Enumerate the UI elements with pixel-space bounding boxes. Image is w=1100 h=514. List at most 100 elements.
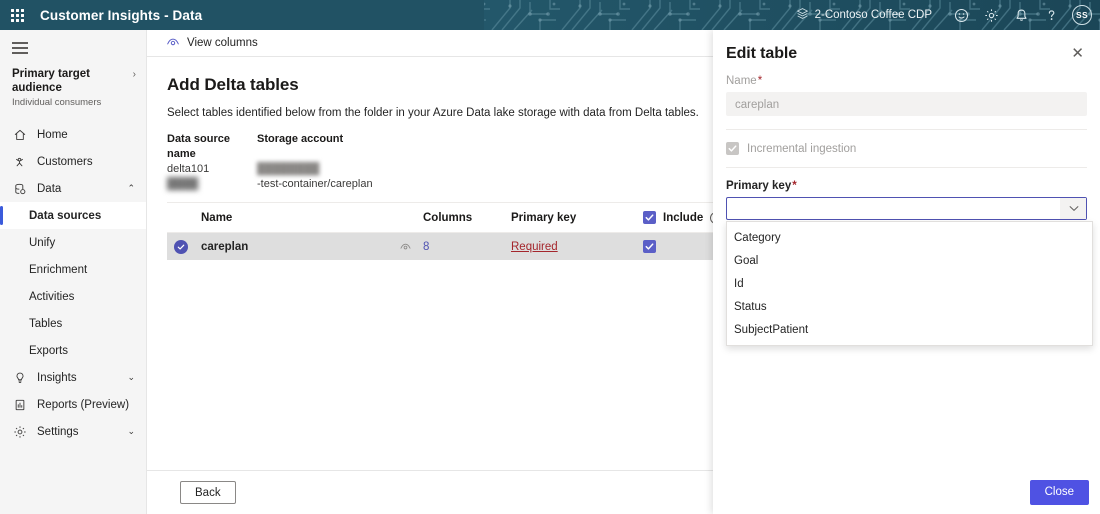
sidebar-item-home[interactable]: Home: [0, 121, 146, 148]
report-icon: [11, 397, 28, 413]
settings-gear-icon: [11, 424, 28, 440]
meta-col2-header: Storage account: [257, 133, 344, 145]
primary-key-combobox[interactable]: Category Goal Id Status SubjectPatient: [726, 197, 1093, 346]
dropdown-option[interactable]: SubjectPatient: [727, 318, 1092, 341]
edit-table-panel: Edit table ✕ Name* careplan Incremental …: [713, 30, 1100, 514]
sidebar-item-exports[interactable]: Exports: [0, 337, 146, 364]
sidebar-item-label: Home: [37, 128, 68, 141]
header-actions: 2-Contoso Coffee CDP SS: [796, 0, 1100, 30]
row-columns-link[interactable]: 8: [423, 241, 429, 253]
sidebar-item-reports[interactable]: Reports (Preview): [0, 391, 146, 418]
feedback-smiley-icon[interactable]: [950, 4, 972, 26]
storage-account-value: ████████: [257, 163, 320, 175]
chevron-up-icon[interactable]: ⌃: [127, 183, 135, 194]
customers-icon: [11, 154, 28, 170]
name-label-text: Name: [726, 75, 757, 87]
sidebar-item-unify[interactable]: Unify: [0, 229, 146, 256]
column-header-include: Include: [663, 211, 704, 224]
sidebar-item-label: Unify: [29, 236, 56, 249]
help-question-icon[interactable]: [1040, 4, 1062, 26]
column-header-columns[interactable]: Columns: [423, 212, 511, 224]
row-primary-key-link[interactable]: Required: [511, 241, 558, 253]
app-header: Customer Insights - Data 2-Contoso Coffe…: [0, 0, 1100, 30]
audience-subtitle: Individual consumers: [12, 97, 102, 109]
sidebar-item-customers[interactable]: Customers: [0, 148, 146, 175]
required-asterisk: *: [757, 75, 763, 87]
view-columns-eye-icon: [166, 36, 180, 51]
meta-col1-header: Data source name: [167, 133, 230, 160]
sidebar-item-label: Settings: [37, 425, 79, 438]
gear-icon[interactable]: [980, 4, 1002, 26]
sidebar-item-tables[interactable]: Tables: [0, 310, 146, 337]
row-include-checkbox[interactable]: [643, 240, 656, 253]
primary-key-dropdown[interactable]: Category Goal Id Status SubjectPatient: [726, 221, 1093, 346]
required-asterisk: *: [792, 180, 797, 192]
environment-selector[interactable]: 2-Contoso Coffee CDP: [796, 7, 932, 23]
incremental-ingestion-checkbox: [726, 142, 739, 155]
close-button[interactable]: Close: [1029, 479, 1089, 505]
sidebar: Primary target audience Individual consu…: [0, 30, 147, 514]
view-columns-button[interactable]: View columns: [161, 33, 263, 54]
audience-selector[interactable]: Primary target audience Individual consu…: [0, 65, 146, 119]
sidebar-item-data[interactable]: Data ⌃: [0, 175, 146, 202]
sidebar-item-enrichment[interactable]: Enrichment: [0, 256, 146, 283]
sidebar-item-label: Activities: [29, 290, 75, 303]
dropdown-option[interactable]: Goal: [727, 249, 1092, 272]
app-launcher-icon[interactable]: [3, 0, 31, 30]
include-all-checkbox[interactable]: [643, 211, 656, 224]
row-name: careplan: [201, 240, 249, 253]
sidebar-item-label: Insights: [37, 371, 77, 384]
chevron-down-icon[interactable]: ⌄: [127, 372, 135, 383]
page-footer: Back: [147, 470, 714, 514]
dropdown-option[interactable]: Category: [727, 226, 1092, 249]
close-icon[interactable]: ✕: [1068, 45, 1087, 63]
primary-key-input[interactable]: [727, 198, 1060, 219]
folder-path-prefix: ████: [167, 178, 199, 190]
bell-notification-icon[interactable]: [1010, 4, 1032, 26]
panel-footer: Close: [713, 470, 1100, 514]
app-title: Customer Insights - Data: [40, 7, 203, 23]
row-select-checkbox[interactable]: [174, 239, 188, 254]
view-columns-label: View columns: [187, 37, 258, 49]
sidebar-item-activities[interactable]: Activities: [0, 283, 146, 310]
folder-path: -test-container/careplan: [257, 178, 373, 190]
avatar[interactable]: SS: [1072, 5, 1092, 25]
database-icon: [11, 181, 28, 197]
audience-title: Primary target audience: [12, 68, 90, 95]
name-input: careplan: [726, 92, 1087, 116]
chevron-down-icon[interactable]: [1060, 198, 1086, 219]
preview-eye-icon[interactable]: [387, 241, 423, 252]
sidebar-item-data-sources[interactable]: Data sources: [0, 202, 146, 230]
panel-title: Edit table: [726, 45, 798, 62]
primary-key-label-text: Primary key: [726, 180, 792, 192]
incremental-ingestion-label: Incremental ingestion: [747, 142, 857, 155]
sidebar-item-label: Customers: [37, 155, 93, 168]
primary-key-field-group: Primary key* Category Goal Id Status Sub…: [726, 180, 1093, 346]
dropdown-option[interactable]: Status: [727, 295, 1092, 318]
sidebar-item-label: Data sources: [29, 209, 102, 222]
data-source-name: delta101: [167, 163, 210, 175]
sidebar-item-label: Reports (Preview): [37, 398, 130, 411]
dropdown-option[interactable]: Id: [727, 272, 1092, 295]
name-label: Name*: [726, 75, 1087, 87]
divider: [726, 129, 1087, 130]
sidebar-item-label: Exports: [29, 344, 68, 357]
sidebar-item-insights[interactable]: Insights ⌄: [0, 364, 146, 391]
column-header-name[interactable]: Name: [195, 212, 387, 224]
primary-key-label: Primary key*: [726, 180, 1087, 192]
hamburger-menu-icon[interactable]: [0, 30, 34, 65]
incremental-ingestion-row: Incremental ingestion: [726, 142, 1087, 155]
back-button[interactable]: Back: [180, 481, 236, 504]
chevron-down-icon[interactable]: ⌄: [127, 426, 135, 437]
divider: [726, 167, 1087, 168]
sidebar-item-settings[interactable]: Settings ⌄: [0, 418, 146, 445]
name-field-group: Name* careplan: [726, 75, 1087, 116]
lightbulb-icon: [11, 370, 28, 386]
sidebar-item-label: Tables: [29, 317, 63, 330]
column-header-primary-key[interactable]: Primary key: [511, 212, 643, 224]
chevron-right-icon[interactable]: ›: [133, 67, 138, 80]
home-icon: [11, 127, 28, 143]
sidebar-nav: Home Customers Data ⌃ Data sources Unify…: [0, 121, 146, 445]
sidebar-item-label: Data: [37, 182, 62, 195]
sidebar-item-label: Enrichment: [29, 263, 88, 276]
